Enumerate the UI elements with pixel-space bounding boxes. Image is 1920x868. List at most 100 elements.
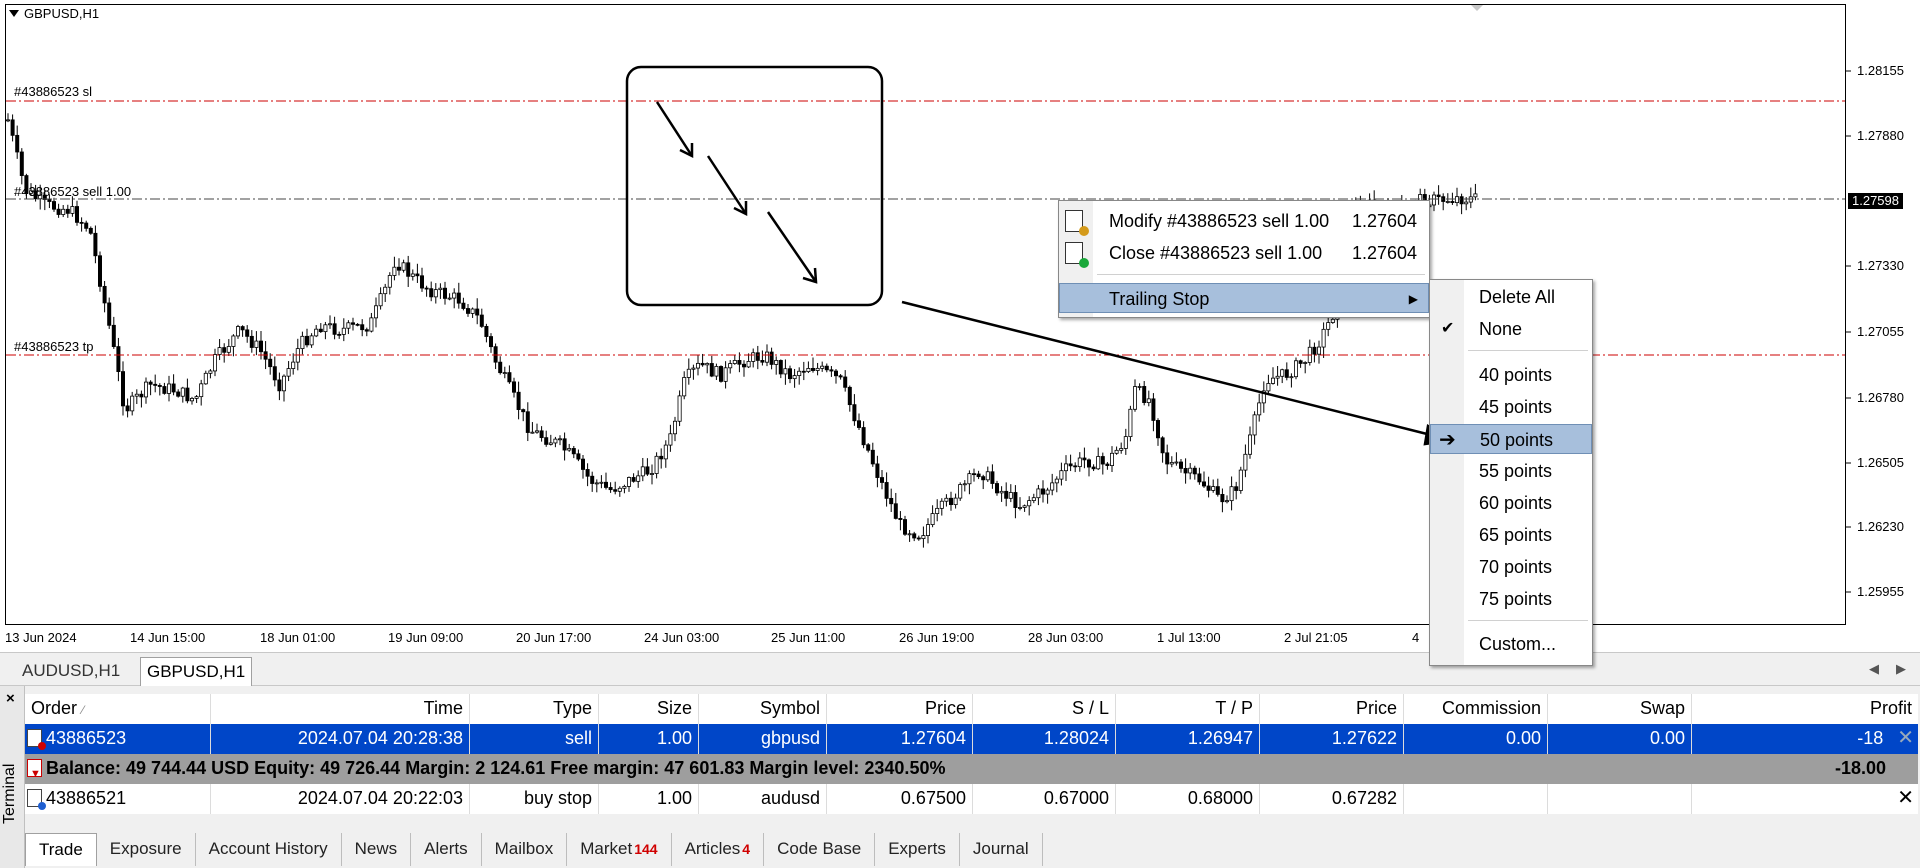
candle-body	[686, 368, 691, 378]
candle-body	[847, 386, 852, 406]
candle-body	[107, 302, 112, 326]
candle-body	[194, 396, 199, 399]
candle-body	[139, 393, 144, 398]
menu-item-75-points[interactable]: 75 points	[1430, 584, 1592, 614]
candle-body	[185, 387, 190, 402]
menu-item-trailing-stop[interactable]: Trailing Stop ▶	[1059, 283, 1429, 313]
close-x-icon[interactable]: ✕	[1897, 787, 1914, 809]
col-type[interactable]: Type	[470, 694, 599, 724]
current-price-cell: 1.27622	[1260, 724, 1404, 754]
candle-body	[341, 327, 346, 335]
candle-body	[590, 475, 595, 484]
table-row[interactable]: 43886523 2024.07.04 20:28:38 sell 1.00 g…	[25, 724, 1918, 754]
menu-item-close[interactable]: Close #43886523 sell 1.00 1.27604	[1059, 238, 1429, 268]
price-cell: 1.27604	[827, 724, 973, 754]
menu-item-delete-all[interactable]: Delete All	[1430, 282, 1592, 312]
candle-body	[208, 370, 213, 374]
candle-body	[1312, 346, 1317, 355]
candle-body	[1036, 488, 1041, 499]
menu-item-50-points[interactable]: ➔ 50 points	[1430, 424, 1592, 454]
col-price[interactable]: Price	[827, 694, 973, 724]
tab-articles[interactable]: Articles 4	[672, 833, 765, 866]
candle-body	[56, 208, 61, 215]
menu-item-none[interactable]: ✔ None	[1430, 314, 1592, 344]
col-profit[interactable]: Profit	[1692, 694, 1918, 724]
tab-experts[interactable]: Experts	[875, 833, 960, 866]
scroll-right-icon[interactable]: ▶	[1896, 661, 1906, 677]
sl-cell: 0.67000	[973, 784, 1116, 814]
candle-body	[654, 455, 659, 474]
col-tp[interactable]: T / P	[1116, 694, 1260, 724]
candle-body	[1096, 456, 1101, 470]
tab-news[interactable]: News	[342, 833, 412, 866]
candle-body	[245, 329, 250, 337]
candle-body	[438, 287, 443, 291]
chart-symbol-title[interactable]: GBPUSD,H1	[9, 6, 99, 21]
time-label: 14 Jun 15:00	[130, 630, 206, 645]
col-commission[interactable]: Commission	[1404, 694, 1548, 724]
time-label: 19 Jun 09:00	[388, 630, 464, 645]
col-symbol[interactable]: Symbol	[699, 694, 827, 724]
menu-item-custom[interactable]: Custom...	[1430, 629, 1592, 659]
candle-body	[723, 367, 728, 382]
menu-item-55-points[interactable]: 55 points	[1430, 456, 1592, 486]
candle-body	[1174, 461, 1179, 464]
arrow-cursor-icon: ➔	[1439, 429, 1456, 451]
tab-account-history[interactable]: Account History	[196, 833, 342, 866]
candle-body	[1220, 494, 1225, 503]
scroll-left-icon[interactable]: ◀	[1869, 661, 1879, 677]
terminal-title: Terminal	[1, 763, 18, 824]
candle-body	[645, 466, 650, 475]
candle-body	[521, 409, 526, 413]
tab-market[interactable]: Market 144	[567, 833, 672, 866]
candle-body	[1298, 360, 1303, 364]
candle-body	[985, 471, 990, 481]
candle-body	[1317, 346, 1322, 355]
tab-code-base[interactable]: Code Base	[764, 833, 876, 866]
current-price-badge: 1.27598	[1848, 193, 1903, 209]
candle-body	[875, 463, 880, 478]
col-sl[interactable]: S / L	[973, 694, 1116, 724]
tab-mailbox[interactable]: Mailbox	[482, 833, 568, 866]
chart-tab-gbpusd[interactable]: GBPUSD,H1	[140, 657, 253, 686]
table-row[interactable]: 43886521 2024.07.04 20:22:03 buy stop 1.…	[25, 784, 1918, 814]
candle-body	[226, 346, 231, 353]
close-x-icon[interactable]: ✕	[1897, 727, 1914, 749]
col-order[interactable]: Order ⁄	[25, 694, 211, 724]
candle-body	[429, 288, 434, 298]
candle-body	[1018, 507, 1023, 509]
menu-item-70-points[interactable]: 70 points	[1430, 552, 1592, 582]
candle-body	[958, 484, 963, 499]
menu-item-modify[interactable]: Modify #43886523 sell 1.00 1.27604	[1059, 206, 1429, 236]
price-chart[interactable]: GBPUSD,H1 #43886523 sl #43886523 sell 1.…	[0, 0, 1920, 652]
tab-trade[interactable]: Trade	[25, 833, 97, 866]
chart-tab-audusd[interactable]: AUDUSD,H1	[16, 657, 126, 685]
time-label: 1 Jul 13:00	[1157, 630, 1221, 645]
candle-body	[870, 449, 875, 465]
candle-body	[1321, 328, 1326, 348]
close-icon[interactable]: ×	[6, 690, 15, 707]
candle-body	[1022, 505, 1027, 508]
col-time[interactable]: Time	[211, 694, 470, 724]
candle-body	[751, 352, 756, 362]
menu-item-40-points[interactable]: 40 points	[1430, 360, 1592, 390]
candle-body	[355, 323, 360, 326]
candle-body	[314, 328, 319, 337]
col-size[interactable]: Size	[599, 694, 699, 724]
menu-item-45-points[interactable]: 45 points	[1430, 392, 1592, 422]
doc-check-icon	[1065, 242, 1089, 268]
price-label: 1.25955	[1857, 584, 1904, 599]
tab-journal[interactable]: Journal	[960, 833, 1043, 866]
candle-body	[212, 354, 217, 372]
col-swap[interactable]: Swap	[1548, 694, 1692, 724]
tab-alerts[interactable]: Alerts	[411, 833, 482, 866]
menu-item-60-points[interactable]: 60 points	[1430, 488, 1592, 518]
candle-body	[502, 372, 507, 375]
candle-body	[553, 438, 558, 444]
candle-body	[1455, 196, 1460, 203]
triangle-down-icon[interactable]	[9, 10, 19, 17]
tab-exposure[interactable]: Exposure	[97, 833, 196, 866]
menu-item-65-points[interactable]: 65 points	[1430, 520, 1592, 550]
col-current-price[interactable]: Price	[1260, 694, 1404, 724]
candle-body	[396, 266, 401, 271]
